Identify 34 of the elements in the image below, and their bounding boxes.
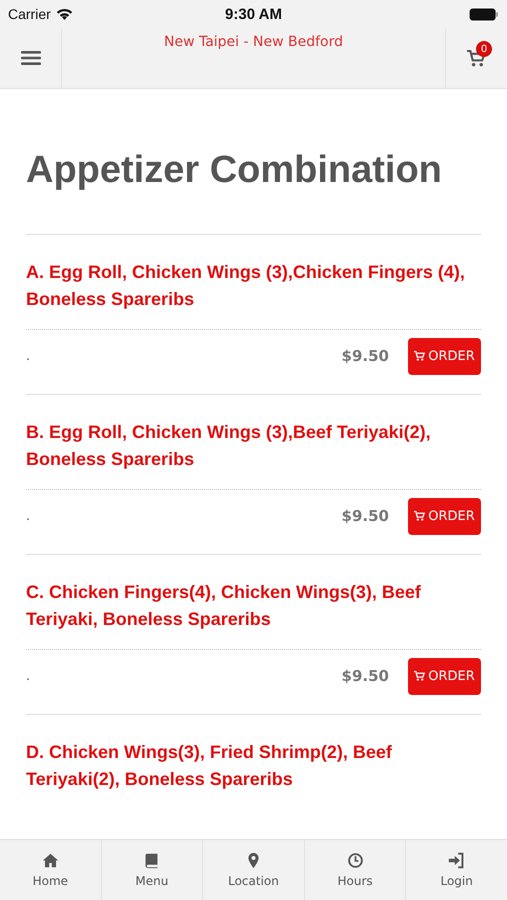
cart-icon — [414, 671, 426, 681]
book-icon — [143, 852, 160, 869]
wifi-icon — [56, 8, 73, 20]
clock-icon — [346, 852, 364, 869]
cart-count-badge: 0 — [476, 41, 492, 57]
tab-bar-item[interactable]: Location — [203, 840, 305, 900]
item-name[interactable]: A. Egg Roll, Chicken Wings (3),Chicken Fingers (4), Boneless Spareribs — [26, 259, 481, 313]
home-icon — [42, 852, 59, 869]
cart-icon — [414, 511, 426, 521]
item-price: $9.50 — [342, 507, 389, 525]
order-button[interactable]: ORDER — [408, 338, 481, 374]
tab-bar-item[interactable]: Home — [0, 840, 102, 900]
order-button[interactable]: ORDER — [408, 658, 481, 694]
page-title: Appetizer Combination — [26, 149, 443, 192]
carrier-label: Carrier — [8, 6, 51, 22]
order-button[interactable]: ORDER — [408, 498, 481, 534]
login-icon — [448, 852, 466, 869]
item-name[interactable]: B. Egg Roll, Chicken Wings (3),Beef Teriyaki(2), Boneless Spareribs — [26, 419, 481, 473]
tab-bar-item[interactable]: Menu — [102, 840, 204, 900]
tab-bar-item[interactable]: Hours — [304, 840, 406, 900]
item-price: $9.50 — [342, 347, 389, 365]
tab-bar-item[interactable]: Login — [406, 840, 507, 900]
item-price: $9.50 — [342, 667, 389, 685]
cart-button[interactable]: 0 — [445, 28, 507, 88]
item-description: . — [26, 508, 32, 524]
item-description: . — [26, 348, 32, 364]
item-description: . — [26, 668, 32, 684]
battery-icon — [469, 8, 499, 20]
item-name[interactable]: D. Chicken Wings(3), Fried Shrimp(2), Beef Teriyaki(2), Boneless Spareribs — [26, 739, 481, 793]
menu-icon — [20, 50, 40, 66]
clock-time: 9:30 AM — [225, 6, 282, 22]
item-name[interactable]: C. Chicken Fingers(4), Chicken Wings(3), Beef Teriyaki, Boneless Spareribs — [26, 579, 481, 633]
cart-icon — [414, 351, 426, 361]
restaurant-title: New Taipei - New Bedford — [164, 34, 343, 52]
